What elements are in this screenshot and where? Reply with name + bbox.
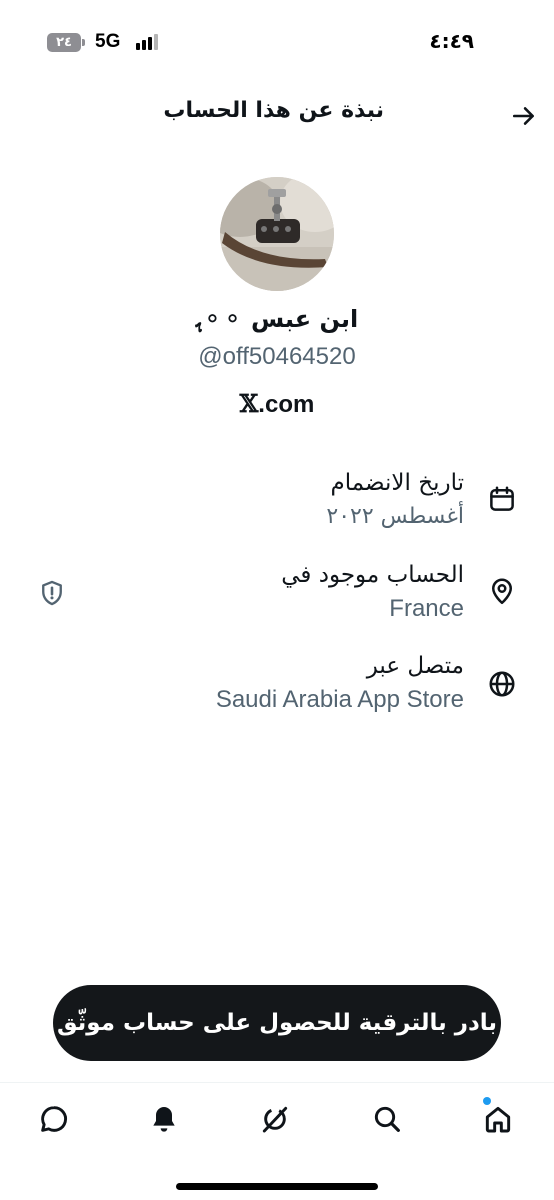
tab-bar (0, 1082, 554, 1200)
xcom-suffix: .com (258, 391, 315, 418)
display-name: ابن عبس ⚬⚬ﮨ (195, 305, 359, 333)
battery-indicator: ٢٤ (47, 32, 85, 52)
connected-label: متصل عبر (366, 653, 464, 679)
avatar-image (220, 177, 334, 291)
status-time: ٤:٤٩ (429, 29, 474, 53)
messages-icon (41, 1106, 67, 1132)
page-title: نبذة عن هذا الحساب (163, 98, 384, 123)
signal-icon (136, 34, 158, 50)
home-indicator (176, 1183, 378, 1190)
info-row-location: الحساب موجود في France (0, 559, 554, 639)
info-row-connected: متصل عبر Saudi Arabia App Store (0, 650, 554, 730)
location-pin-icon (484, 573, 520, 609)
back-button[interactable] (508, 100, 540, 132)
x-logo: 𝕏 (239, 389, 259, 418)
grok-icon (262, 1106, 288, 1133)
location-text: الحساب موجود في France (281, 559, 464, 625)
tab-notifications[interactable] (146, 1101, 182, 1137)
header: نبذة عن هذا الحساب (0, 88, 554, 140)
joined-value: أغسطس ٢٠٢٢ (326, 504, 464, 529)
location-label: الحساب موجود في (281, 562, 464, 588)
connected-value: Saudi Arabia App Store (215, 686, 464, 713)
arrow-right-icon (512, 107, 534, 125)
avatar[interactable] (220, 177, 334, 291)
tab-home[interactable] (480, 1101, 516, 1137)
joined-label: تاريخ الانضمام (330, 470, 464, 496)
location-value: France (389, 595, 464, 622)
home-icon (485, 1106, 511, 1133)
connected-text: متصل عبر Saudi Arabia App Store (216, 650, 464, 716)
network-type: 5G (95, 31, 121, 52)
tab-messages[interactable] (36, 1101, 72, 1137)
calendar-icon (484, 481, 520, 517)
joined-text: تاريخ الانضمام أغسطس ٢٠٢٢ (326, 467, 464, 533)
tab-grok[interactable] (257, 1101, 293, 1137)
notification-dot (483, 1097, 491, 1105)
shield-alert-icon (42, 580, 62, 606)
battery-level: ٢٤ (47, 32, 82, 52)
notifications-icon (153, 1107, 175, 1132)
tab-search[interactable] (369, 1101, 405, 1137)
xcom-link[interactable]: 𝕏.com (0, 389, 554, 419)
info-row-joined: تاريخ الانضمام أغسطس ٢٠٢٢ (0, 467, 554, 547)
status-bar: ٢٤ 5G ٤:٤٩ (0, 0, 554, 80)
battery-cap (82, 38, 85, 46)
user-handle: @off50464520 (198, 343, 356, 370)
globe-icon (484, 666, 520, 702)
search-icon (374, 1106, 400, 1132)
shield-alert-button[interactable] (36, 577, 68, 609)
upgrade-verified-button[interactable]: بادر بالترقية للحصول على حساب موثّق (53, 985, 501, 1061)
